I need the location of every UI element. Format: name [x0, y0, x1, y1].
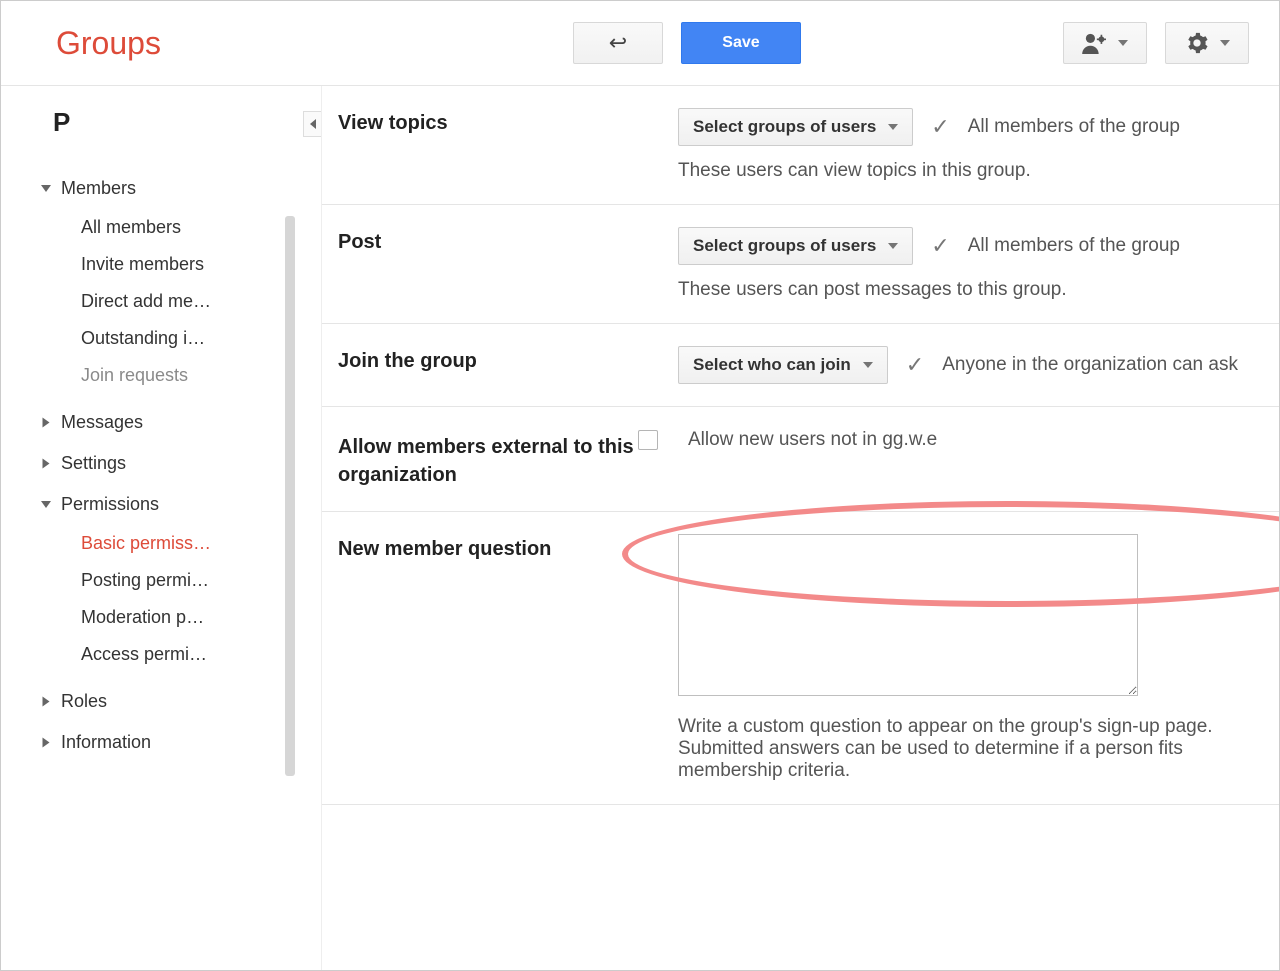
- sidebar-title-letter: P: [53, 107, 70, 138]
- save-button[interactable]: Save: [681, 22, 801, 64]
- section-post: Post Select groups of users ✓ All member…: [322, 205, 1279, 324]
- section-body: Write a custom question to appear on the…: [678, 534, 1239, 782]
- allow-external-checkbox[interactable]: [638, 430, 658, 450]
- section-body: Select groups of users ✓ All members of …: [678, 108, 1239, 182]
- check-icon: ✓: [931, 116, 949, 138]
- section-label: Allow members external to this organizat…: [338, 429, 638, 489]
- selected-value: All members of the group: [968, 116, 1180, 138]
- chevron-down-icon: [41, 185, 51, 192]
- nav-item-access-permissions[interactable]: Access permi…: [81, 636, 251, 673]
- chevron-right-icon: [43, 459, 50, 469]
- nav-group-label: Settings: [61, 453, 126, 474]
- section-label: New member question: [338, 534, 678, 782]
- header-action-group: ↩ Save: [573, 22, 801, 64]
- main-panel: View topics Select groups of users ✓ All…: [321, 86, 1279, 970]
- chevron-down-icon: [888, 124, 898, 130]
- chevron-right-icon: [43, 738, 50, 748]
- help-text: These users can post messages to this gr…: [678, 279, 1239, 301]
- person-gear-icon: [1082, 32, 1108, 54]
- back-button[interactable]: ↩: [573, 22, 663, 64]
- header-tools-group: [1063, 22, 1249, 64]
- nav-group-messages[interactable]: Messages: [41, 402, 321, 443]
- checkbox-label: Allow new users not in gg.w.e: [688, 429, 937, 451]
- section-allow-external: Allow members external to this organizat…: [322, 407, 1279, 512]
- sidebar: P Members All members Invite members Dir…: [1, 86, 321, 970]
- nav-group-label: Roles: [61, 691, 107, 712]
- nav-group-settings[interactable]: Settings: [41, 443, 321, 484]
- nav-group-members[interactable]: Members: [41, 168, 321, 209]
- nav-item-direct-add[interactable]: Direct add me…: [81, 283, 251, 320]
- nav-item-invite-members[interactable]: Invite members: [81, 246, 251, 283]
- chevron-right-icon: [43, 418, 50, 428]
- nav-group-label: Members: [61, 178, 136, 199]
- section-member-question: New member question Write a custom quest…: [322, 512, 1279, 805]
- section-body: Select who can join ✓ Anyone in the orga…: [678, 346, 1239, 384]
- section-label: View topics: [338, 108, 678, 182]
- section-view-topics: View topics Select groups of users ✓ All…: [322, 86, 1279, 205]
- section-label: Post: [338, 227, 678, 301]
- dropdown-label: Select groups of users: [693, 117, 876, 137]
- section-join-group: Join the group Select who can join ✓ Any…: [322, 324, 1279, 407]
- section-label: Join the group: [338, 346, 678, 384]
- check-icon: ✓: [931, 235, 949, 257]
- checkbox-row: Allow new users not in gg.w.e: [638, 429, 1239, 451]
- nav-group-members-items: All members Invite members Direct add me…: [41, 209, 321, 402]
- nav-group-label: Permissions: [61, 494, 159, 515]
- nav-item-posting-permissions[interactable]: Posting permi…: [81, 562, 251, 599]
- chevron-right-icon: [43, 697, 50, 707]
- help-text: These users can view topics in this grou…: [678, 160, 1239, 182]
- chevron-down-icon: [41, 501, 51, 508]
- settings-button[interactable]: [1165, 22, 1249, 64]
- nav-group-roles[interactable]: Roles: [41, 681, 321, 722]
- member-question-textarea[interactable]: [678, 534, 1138, 696]
- sidebar-nav: Members All members Invite members Direc…: [1, 168, 321, 763]
- gear-icon: [1184, 32, 1210, 54]
- selected-value: Anyone in the organization can ask: [942, 354, 1238, 376]
- selected-value: All members of the group: [968, 235, 1180, 257]
- post-dropdown[interactable]: Select groups of users: [678, 227, 913, 265]
- content-body: P Members All members Invite members Dir…: [1, 86, 1279, 970]
- chevron-down-icon: [1118, 40, 1128, 46]
- check-icon: ✓: [906, 354, 924, 376]
- nav-group-information[interactable]: Information: [41, 722, 321, 763]
- chevron-down-icon: [863, 362, 873, 368]
- section-body: Select groups of users ✓ All members of …: [678, 227, 1239, 301]
- sidebar-header: P: [1, 101, 321, 168]
- nav-group-label: Messages: [61, 412, 143, 433]
- manage-members-button[interactable]: [1063, 22, 1147, 64]
- dropdown-label: Select groups of users: [693, 236, 876, 256]
- dropdown-label: Select who can join: [693, 355, 851, 375]
- dropdown-row: Select groups of users ✓ All members of …: [678, 227, 1239, 265]
- nav-item-outstanding-invites[interactable]: Outstanding i…: [81, 320, 251, 357]
- chevron-down-icon: [888, 243, 898, 249]
- help-text: Write a custom question to appear on the…: [678, 716, 1239, 782]
- back-arrow-icon: ↩: [609, 30, 627, 56]
- nav-item-basic-permissions[interactable]: Basic permiss…: [81, 525, 251, 562]
- nav-group-permissions-items: Basic permiss… Posting permi… Moderation…: [41, 525, 321, 681]
- join-dropdown[interactable]: Select who can join: [678, 346, 888, 384]
- nav-item-join-requests[interactable]: Join requests: [81, 357, 251, 394]
- chevron-down-icon: [1220, 40, 1230, 46]
- sidebar-scrollbar[interactable]: [285, 216, 295, 776]
- collapse-sidebar-button[interactable]: [303, 111, 321, 137]
- nav-group-permissions[interactable]: Permissions: [41, 484, 321, 525]
- dropdown-row: Select groups of users ✓ All members of …: [678, 108, 1239, 146]
- app-brand: Groups: [56, 25, 311, 62]
- header-bar: Groups ↩ Save: [1, 1, 1279, 86]
- view-topics-dropdown[interactable]: Select groups of users: [678, 108, 913, 146]
- nav-item-all-members[interactable]: All members: [81, 209, 251, 246]
- nav-group-label: Information: [61, 732, 151, 753]
- dropdown-row: Select who can join ✓ Anyone in the orga…: [678, 346, 1239, 384]
- nav-item-moderation-permissions[interactable]: Moderation p…: [81, 599, 251, 636]
- section-body: Allow new users not in gg.w.e: [638, 429, 1239, 489]
